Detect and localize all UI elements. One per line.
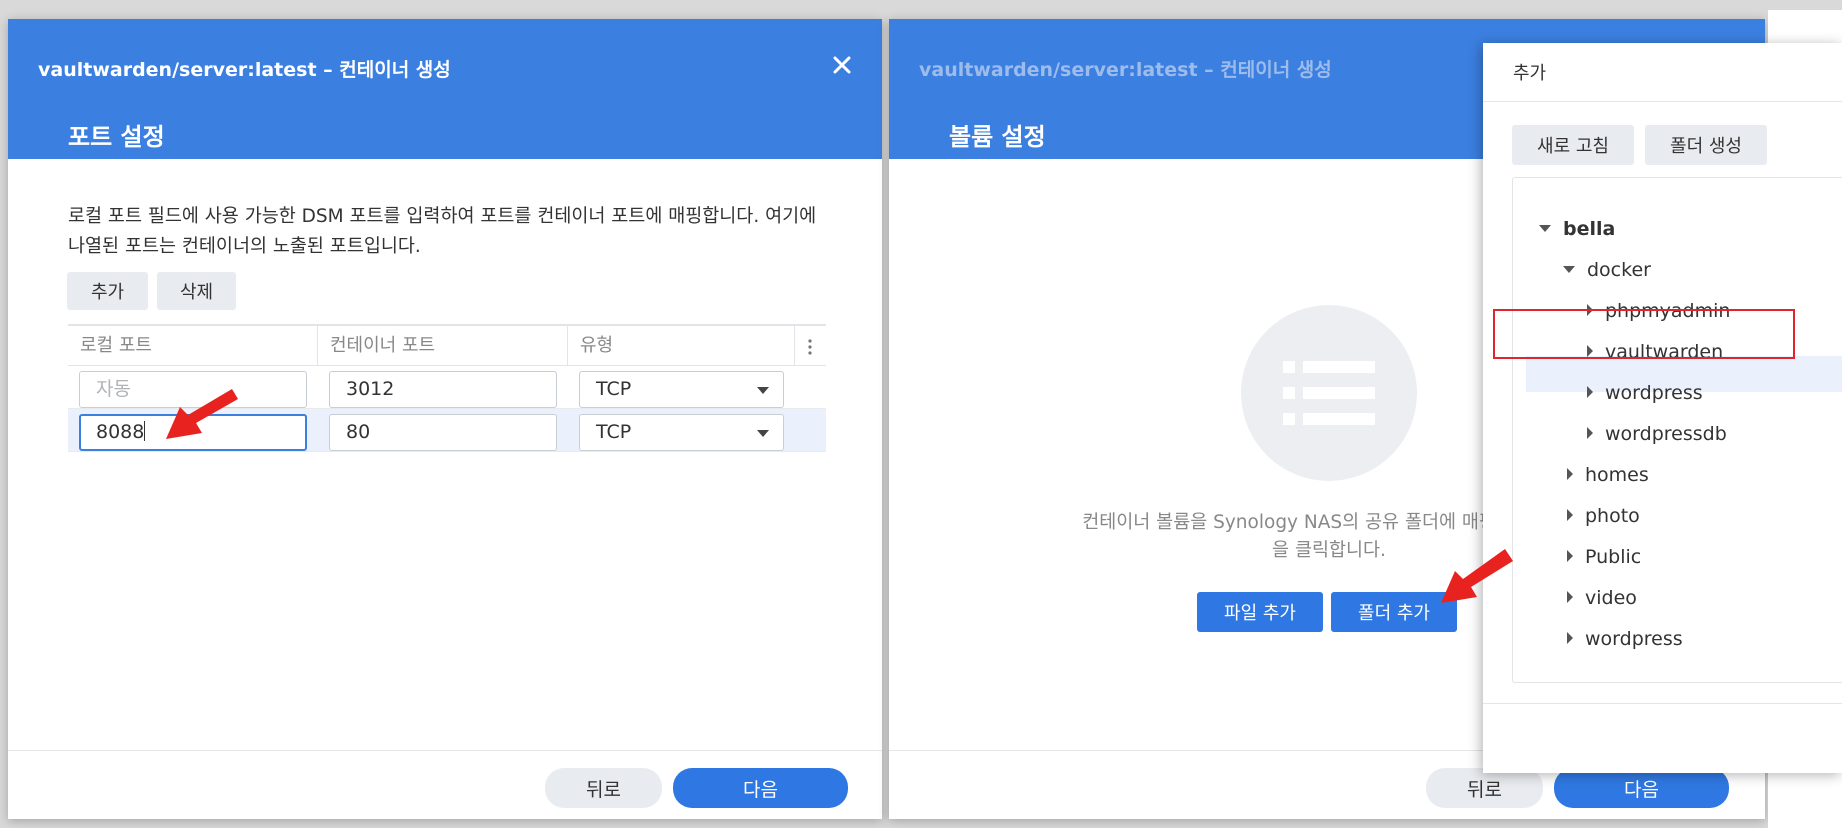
red-arrow-icon — [1441, 549, 1513, 603]
tree-item-docker[interactable]: docker — [1563, 252, 1651, 288]
tree-item-label: Public — [1585, 546, 1642, 568]
step-title: 포트 설정 — [68, 123, 165, 151]
tree-item-label: video — [1585, 587, 1637, 609]
column-local-port[interactable]: 로컬 포트 — [68, 326, 317, 366]
expand-right-icon[interactable] — [1567, 550, 1573, 562]
expand-right-icon[interactable] — [1567, 509, 1573, 521]
tree-item-label: homes — [1585, 464, 1649, 486]
tree-item-homes[interactable]: homes — [1567, 457, 1649, 493]
type-select[interactable]: TCP — [579, 414, 784, 451]
dropdown-arrow-icon — [757, 387, 769, 394]
container-port-input[interactable]: 80 — [329, 414, 557, 451]
red-arrow-icon — [166, 389, 238, 439]
dropdown-arrow-icon — [757, 430, 769, 437]
window-title: vaultwarden/server:latest – 컨테이너 생성 — [919, 59, 1332, 81]
add-file-button[interactable]: 파일 추가 — [1197, 592, 1323, 632]
highlight-box — [1493, 309, 1795, 359]
tree-item-video[interactable]: video — [1567, 580, 1637, 616]
table-header: 로컬 포트 컨테이너 포트 유형 — [68, 324, 826, 366]
expand-right-icon[interactable] — [1587, 427, 1593, 439]
tree-item-label: bella — [1563, 218, 1616, 240]
expand-right-icon[interactable] — [1567, 468, 1573, 480]
tree-item-wordpressdb[interactable]: wordpressdb — [1587, 416, 1727, 452]
tree-item-bella[interactable]: bella — [1539, 211, 1615, 247]
container-port-input[interactable]: 3012 — [329, 371, 557, 408]
tree-item-label: docker — [1587, 259, 1651, 281]
refresh-button[interactable]: 새로 고침 — [1512, 125, 1634, 165]
tree-item-wordpress-share[interactable]: wordpress — [1567, 621, 1683, 657]
tree-item-label: wordpressdb — [1605, 423, 1727, 445]
tree-item-photo[interactable]: photo — [1567, 498, 1640, 534]
tree-item-label: photo — [1585, 505, 1640, 527]
column-container-port[interactable]: 컨테이너 포트 — [318, 326, 567, 366]
back-button[interactable]: 뒤로 — [545, 768, 662, 808]
next-button[interactable]: 다음 — [1554, 768, 1729, 808]
popup-title: 추가 — [1513, 63, 1547, 84]
tree-item-label: wordpress — [1605, 382, 1703, 404]
expand-right-icon[interactable] — [1567, 632, 1573, 644]
create-folder-button[interactable]: 폴더 생성 — [1645, 125, 1767, 165]
tree-item-wordpress[interactable]: wordpress — [1587, 375, 1703, 411]
text-caret — [144, 421, 146, 441]
expand-down-icon[interactable] — [1563, 266, 1575, 273]
close-icon[interactable] — [830, 53, 854, 77]
column-type[interactable]: 유형 — [568, 326, 794, 366]
expand-down-icon[interactable] — [1539, 225, 1551, 232]
add-folder-popup: 추가 새로 고침 폴더 생성 bella docker phpmyadmin v… — [1483, 43, 1842, 773]
type-select-value: TCP — [596, 421, 632, 443]
back-button[interactable]: 뒤로 — [1426, 768, 1543, 808]
expand-right-icon[interactable] — [1587, 386, 1593, 398]
port-settings-dialog: vaultwarden/server:latest – 컨테이너 생성 포트 설… — [8, 19, 882, 819]
port-description: 로컬 포트 필드에 사용 가능한 DSM 포트를 입력하여 포트를 컨테이너 포… — [68, 206, 817, 257]
delete-port-button[interactable]: 삭제 — [157, 272, 236, 310]
column-menu-icon[interactable] — [808, 338, 812, 356]
tree-item-label: wordpress — [1585, 628, 1683, 650]
type-select-value: TCP — [596, 378, 632, 400]
add-port-button[interactable]: 추가 — [67, 272, 148, 310]
window-title: vaultwarden/server:latest – 컨테이너 생성 — [38, 59, 451, 81]
dialog-header: vaultwarden/server:latest – 컨테이너 생성 포트 설… — [8, 19, 882, 159]
expand-right-icon[interactable] — [1567, 591, 1573, 603]
next-button[interactable]: 다음 — [673, 768, 848, 808]
local-port-value: 8088 — [96, 421, 145, 443]
type-select[interactable]: TCP — [579, 371, 784, 408]
list-icon — [1241, 305, 1417, 481]
tree-item-public[interactable]: Public — [1567, 539, 1641, 575]
step-title: 볼륨 설정 — [949, 123, 1046, 151]
